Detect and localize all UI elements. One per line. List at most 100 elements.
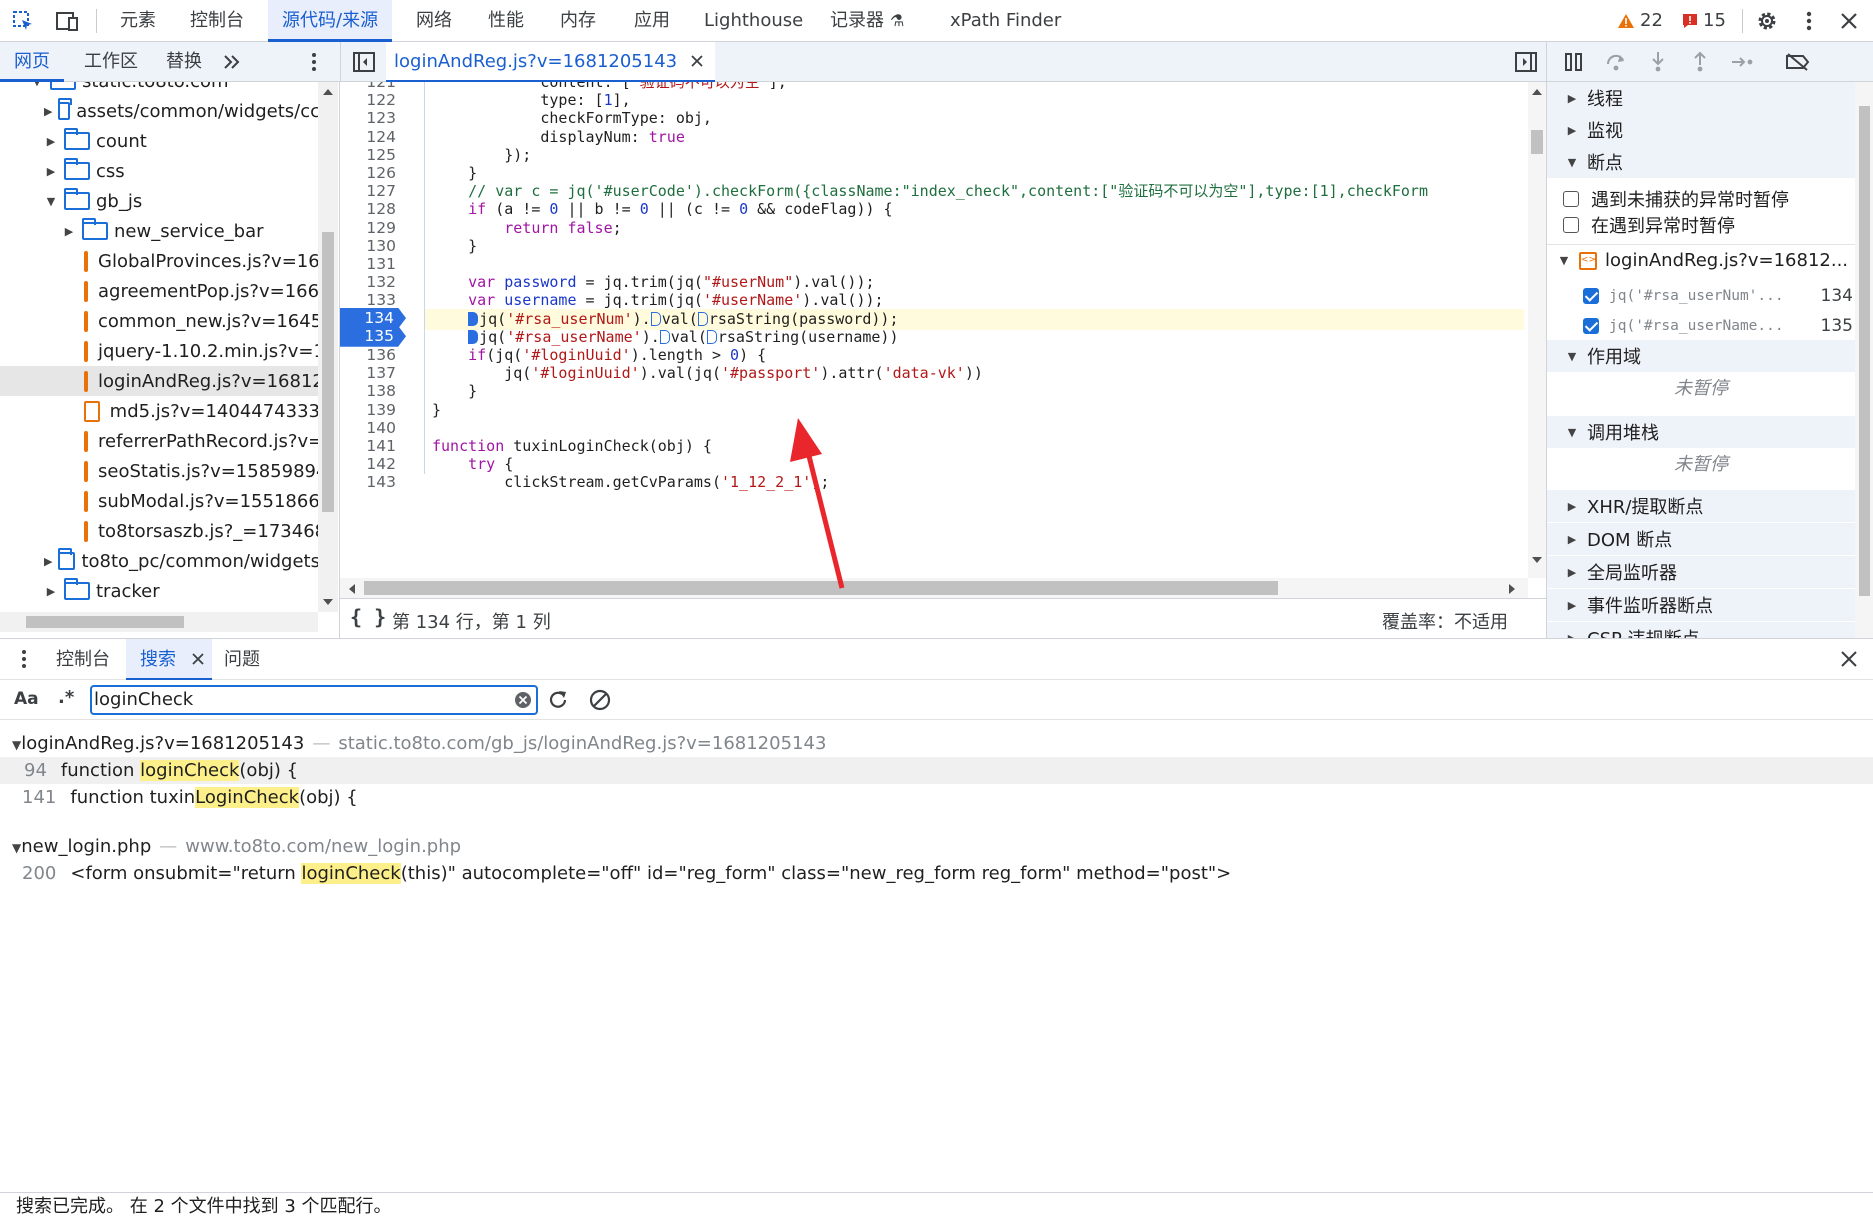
top-tab-1[interactable]: 控制台 (190, 0, 244, 42)
tree-folder[interactable]: ▶ assets/common/widgets/cc (0, 96, 320, 126)
navigator-menu-icon[interactable] (302, 50, 326, 74)
event-listener-breakpoints-section[interactable]: ▶ 事件监听器断点 (1547, 589, 1855, 621)
close-devtools-icon[interactable] (1836, 8, 1862, 34)
breakpoint-checkbox[interactable] (1583, 318, 1599, 334)
result-file-header[interactable]: ▼loginAndReg.js?v=1681205143 — static.to8t… (0, 730, 1873, 757)
nav-tab-2[interactable]: 替换 (152, 42, 216, 82)
line-number[interactable]: 143 (340, 472, 396, 494)
editor-vertical-scrollbar[interactable] (1528, 82, 1546, 578)
refresh-icon[interactable] (546, 688, 570, 712)
tree-file[interactable]: referrerPathRecord.js?v=1 (0, 426, 335, 456)
toggle-debugger-sidebar-icon[interactable] (1514, 50, 1538, 74)
expand-triangle-icon[interactable]: ▶ (44, 554, 52, 568)
editor-horizontal-scrollbar[interactable] (340, 578, 1528, 598)
tree-folder[interactable]: ▶ tracker (0, 576, 320, 606)
top-tab-2[interactable]: 源代码/来源 (268, 0, 393, 42)
pause-resume-icon[interactable] (1562, 50, 1586, 74)
tree-file[interactable]: jquery-1.10.2.min.js?v=14 (0, 336, 336, 366)
top-tab-5[interactable]: 内存 (560, 0, 596, 42)
scope-section[interactable]: ▼ 作用域 (1547, 340, 1855, 372)
navigator-horizontal-scrollbar[interactable] (0, 612, 318, 632)
breakpoint-checkbox[interactable] (1583, 288, 1599, 304)
inspect-element-icon[interactable] (10, 8, 36, 34)
breakpoint-item[interactable]: jq('#rsa_userNum'... 134 (1583, 282, 1853, 310)
top-tab-0[interactable]: 元素 (120, 0, 156, 42)
sidebar-scrollbar[interactable] (1855, 82, 1873, 638)
warning-count[interactable]: 22 (1640, 0, 1663, 42)
code-editor[interactable]: 121 content: ['验证码不可以为空'], 122 type: [1],… (340, 82, 1546, 638)
result-match-row[interactable]: 200 <form onsubmit="return loginCheck(thi… (0, 860, 1873, 887)
close-search-tab-icon[interactable] (192, 639, 204, 681)
issues-count[interactable]: 15 (1703, 0, 1726, 42)
tree-file[interactable]: agreementPop.js?v=1663 (0, 276, 331, 306)
scroll-down-arrow-icon[interactable] (322, 598, 334, 606)
top-tab-8[interactable]: 记录器 ⚗ (830, 0, 904, 42)
close-tab-icon[interactable] (691, 51, 703, 72)
global-listeners-section[interactable]: ▶ 全局监听器 (1547, 556, 1855, 588)
drawer-tab-console[interactable]: 控制台 (56, 639, 110, 681)
collapse-triangle-icon[interactable]: ▼ (30, 82, 44, 88)
expand-triangle-icon[interactable]: ▶ (44, 584, 58, 598)
scroll-up-arrow-icon[interactable] (322, 88, 334, 96)
result-match-row[interactable]: 94 function loginCheck(obj) { (0, 757, 1873, 784)
step-icon[interactable] (1730, 50, 1756, 74)
expand-triangle-icon[interactable]: ▶ (44, 134, 58, 148)
open-file-tab[interactable]: loginAndReg.js?v=1681205143 (386, 42, 716, 82)
drawer-menu-icon[interactable] (12, 647, 36, 671)
tree-folder[interactable]: ▼ gb_js (0, 186, 320, 216)
deactivate-breakpoints-icon[interactable] (1784, 50, 1812, 74)
csp-breakpoints-section[interactable]: ▶ CSP 违规断点 (1547, 622, 1855, 638)
tree-file[interactable]: loginAndReg.js?v=168120 (0, 366, 335, 396)
code-line[interactable]: jq('#loginUuid').val(jq('#passport').att… (432, 363, 983, 385)
top-tab-6[interactable]: 应用 (634, 0, 670, 42)
watch-section[interactable]: ▶ 监视 (1547, 114, 1855, 146)
breakpoint-marker[interactable]: 135 (340, 325, 406, 347)
breakpoint-marker[interactable]: 134 (340, 307, 406, 329)
more-tabs-chevron-icon[interactable] (220, 50, 244, 74)
step-over-icon[interactable] (1604, 50, 1628, 74)
toggle-navigator-icon[interactable] (352, 50, 376, 74)
sidebar-scroll-thumb[interactable] (1859, 106, 1870, 596)
code-line[interactable]: } (432, 236, 477, 258)
regex-toggle[interactable]: .* (58, 687, 74, 708)
top-tab-4[interactable]: 性能 (488, 0, 524, 42)
navigator-vertical-scrollbar[interactable] (318, 82, 338, 612)
navigator-hscroll-thumb[interactable] (26, 616, 184, 628)
editor-scroll-up-icon[interactable] (1531, 88, 1543, 96)
drawer-tab-search[interactable]: 搜索 (126, 639, 212, 681)
editor-scroll-right-icon[interactable] (1508, 583, 1516, 595)
expand-triangle-icon[interactable]: ▶ (44, 164, 58, 178)
settings-gear-icon[interactable] (1754, 8, 1780, 34)
dom-breakpoints-section[interactable]: ▶ DOM 断点 (1547, 523, 1855, 555)
tree-folder[interactable]: ▶ css (0, 156, 320, 186)
tree-file[interactable]: to8torsaszb.js?_=1734683 (0, 516, 338, 546)
threads-section[interactable]: ▶ 线程 (1547, 82, 1855, 114)
result-file-header[interactable]: ▼new_login.php — www.to8to.com/new_login.p… (0, 833, 1873, 860)
expand-triangle-icon[interactable]: ▶ (44, 104, 52, 118)
device-toolbar-icon[interactable] (54, 8, 80, 34)
match-case-toggle[interactable]: Aa (14, 689, 39, 709)
code-line[interactable]: } (432, 400, 441, 422)
pause-caught-option[interactable]: 在遇到异常时暂停 (1563, 212, 1735, 238)
step-into-icon[interactable] (1646, 50, 1670, 74)
search-input-box[interactable]: loginCheck (90, 685, 538, 715)
tree-file[interactable]: GlobalProvinces.js?v=169 (0, 246, 331, 276)
pretty-print-icon[interactable]: { } (350, 605, 386, 629)
nav-tab-0[interactable]: 网页 (0, 42, 64, 82)
editor-scroll-left-icon[interactable] (348, 583, 356, 595)
tree-folder[interactable]: ▶ count (0, 126, 320, 156)
breakpoints-section[interactable]: ▼ 断点 (1547, 146, 1855, 178)
xhr-breakpoints-section[interactable]: ▶ XHR/提取断点 (1547, 490, 1855, 522)
more-options-icon[interactable] (1796, 8, 1822, 34)
nav-tab-1[interactable]: 工作区 (70, 42, 152, 82)
search-input[interactable]: loginCheck (94, 689, 193, 710)
pause-uncaught-checkbox[interactable] (1563, 191, 1579, 207)
step-out-icon[interactable] (1688, 50, 1712, 74)
editor-scroll-down-icon[interactable] (1531, 556, 1543, 564)
editor-scroll-thumb[interactable] (1531, 130, 1543, 154)
breakpoint-item[interactable]: jq('#rsa_userName... 135 (1583, 312, 1853, 340)
tree-file[interactable]: md5.js?v=1404474333 (0, 396, 320, 426)
tree-file[interactable]: seoStatis.js?v=158598946 (0, 456, 339, 486)
clear-results-icon[interactable] (588, 688, 612, 712)
tree-folder[interactable]: ▶ to8to_pc/common/widgets (0, 546, 320, 576)
